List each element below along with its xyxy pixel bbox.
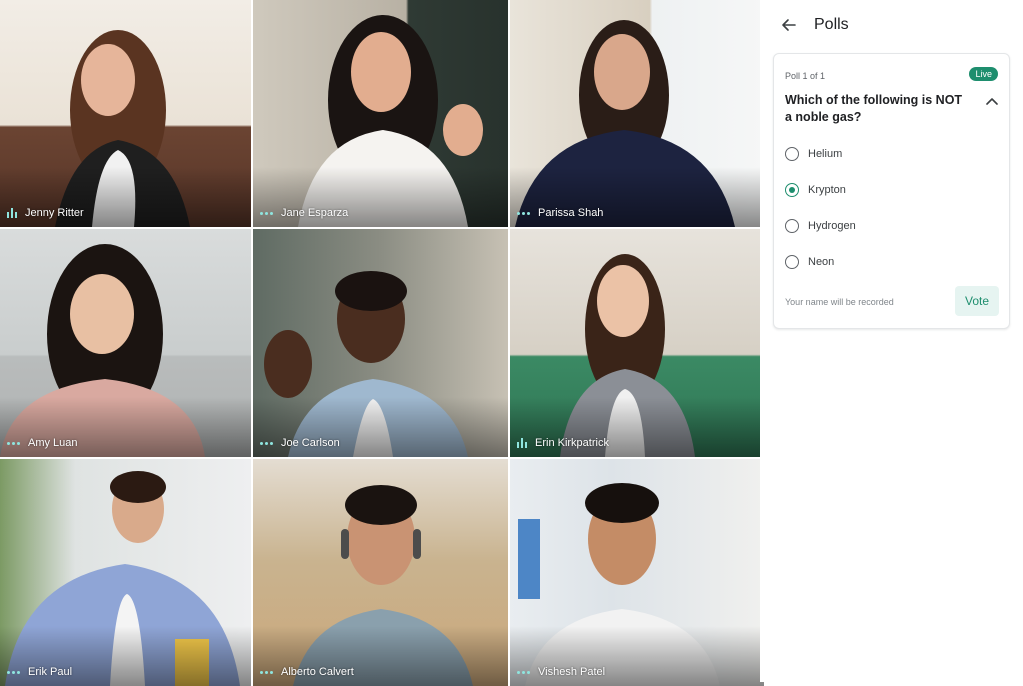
back-button[interactable] <box>774 10 804 40</box>
radio-button-selected[interactable] <box>785 183 799 197</box>
poll-option-krypton[interactable]: Krypton <box>785 172 995 208</box>
participant-name-label: Erik Paul <box>0 666 72 686</box>
option-label: Neon <box>808 256 835 268</box>
radio-button[interactable] <box>785 147 799 161</box>
participant-name-label: Parissa Shah <box>510 207 603 227</box>
muted-dots-icon <box>517 667 530 677</box>
participant-tile[interactable]: Joe Carlson <box>253 229 508 457</box>
participant-name-label: Erin Kirkpatrick <box>510 437 609 457</box>
chevron-up-icon <box>986 98 998 105</box>
participant-name-label: Amy Luan <box>0 437 78 457</box>
participant-tile[interactable]: Jenny Ritter <box>0 0 251 227</box>
muted-dots-icon <box>7 438 20 448</box>
option-label: Helium <box>808 148 843 160</box>
vote-button[interactable]: Vote <box>955 286 999 316</box>
participant-name-label: Vishesh Patel <box>510 666 605 686</box>
participant-name: Alberto Calvert <box>281 666 354 678</box>
panel-header: Polls <box>760 0 1023 50</box>
participant-name-label: Alberto Calvert <box>253 666 354 686</box>
participant-name: Parissa Shah <box>538 207 604 219</box>
participant-name: Erik Paul <box>28 666 73 678</box>
polls-panel: Polls Poll 1 of 1 Live Which of the foll… <box>760 0 1023 682</box>
arrow-left-icon <box>782 19 796 31</box>
participant-tile[interactable]: Amy Luan <box>0 229 251 457</box>
collapse-button[interactable] <box>983 92 1001 110</box>
participant-tile[interactable]: Alberto Calvert <box>253 459 508 686</box>
participant-tile[interactable]: Parissa Shah <box>510 0 764 227</box>
poll-option-hydrogen[interactable]: Hydrogen <box>785 208 995 244</box>
option-label: Hydrogen <box>808 220 856 232</box>
participant-name-label: Joe Carlson <box>253 437 340 457</box>
poll-option-helium[interactable]: Helium <box>785 136 995 172</box>
muted-dots-icon <box>517 208 530 218</box>
participant-name-label: Jane Esparza <box>253 207 348 227</box>
poll-count: Poll 1 of 1 <box>785 71 826 81</box>
option-label: Krypton <box>808 184 846 196</box>
participant-tile[interactable]: Jane Esparza <box>253 0 508 227</box>
status-badge: Live <box>969 67 998 81</box>
poll-option-neon[interactable]: Neon <box>785 244 995 280</box>
poll-card: Poll 1 of 1 Live Which of the following … <box>773 53 1010 329</box>
muted-dots-icon <box>260 438 273 448</box>
muted-dots-icon <box>260 208 273 218</box>
video-grid: Jenny Ritter Jane Esparza Parissa Shah A… <box>0 0 764 686</box>
radio-button[interactable] <box>785 219 799 233</box>
poll-options: Helium Krypton Hydrogen Neon <box>785 136 995 280</box>
participant-name: Jenny Ritter <box>25 207 84 219</box>
muted-dots-icon <box>260 667 273 677</box>
participant-name: Jane Esparza <box>281 207 349 219</box>
speaking-icon <box>517 438 527 448</box>
participant-tile[interactable]: Vishesh Patel <box>510 459 764 686</box>
participant-name: Vishesh Patel <box>538 666 606 678</box>
muted-dots-icon <box>7 667 20 677</box>
poll-question: Which of the following is NOT a noble ga… <box>785 93 963 124</box>
radio-button[interactable] <box>785 255 799 269</box>
participant-tile[interactable]: Erin Kirkpatrick <box>510 229 764 457</box>
panel-title: Polls <box>814 16 849 33</box>
participant-tile[interactable]: Erik Paul <box>0 459 251 686</box>
participant-name: Amy Luan <box>28 437 78 449</box>
participant-name: Joe Carlson <box>281 437 340 449</box>
record-note: Your name will be recorded <box>785 297 894 307</box>
participant-name: Erin Kirkpatrick <box>535 437 609 449</box>
speaking-icon <box>7 208 17 218</box>
participant-name-label: Jenny Ritter <box>0 207 84 227</box>
